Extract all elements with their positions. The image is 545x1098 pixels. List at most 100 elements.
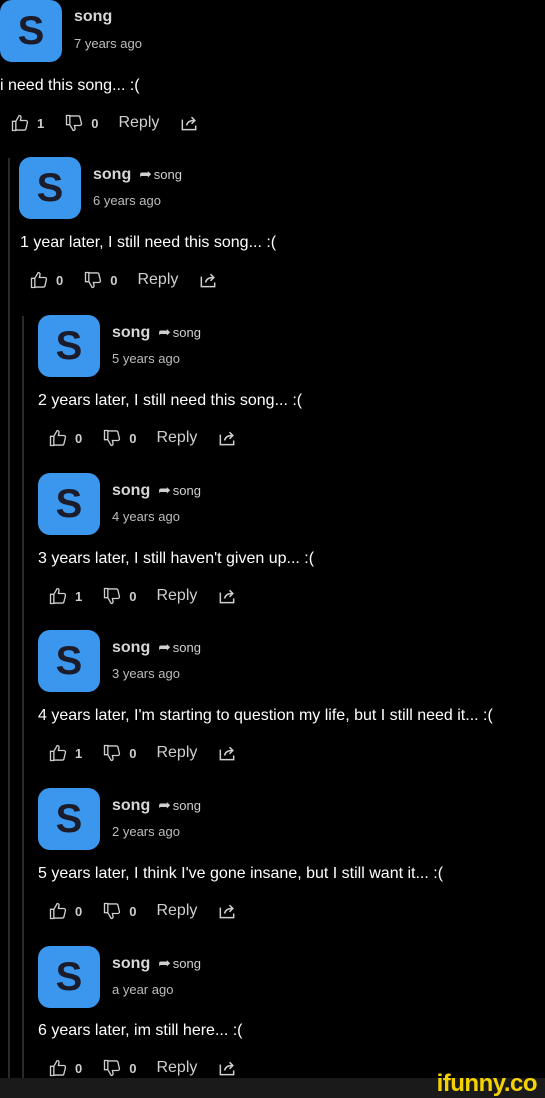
thumbs-down-icon (104, 744, 121, 762)
dislike-button[interactable] (64, 113, 84, 133)
comment-author[interactable]: song ➦ song (112, 954, 201, 973)
dislike-count: 0 (129, 588, 137, 604)
dislike-count: 0 (129, 903, 137, 919)
dislike-count: 0 (129, 745, 137, 761)
author-name[interactable]: song (74, 8, 112, 25)
comment-actions: 0 0 Reply (48, 1058, 237, 1078)
author-name[interactable]: song (93, 166, 131, 183)
comment-author[interactable]: song ➦ song (112, 481, 201, 500)
reply-to-name[interactable]: song (173, 483, 201, 498)
like-count: 1 (75, 745, 83, 761)
like-count: 1 (75, 588, 83, 604)
reply-to-name[interactable]: song (173, 956, 201, 971)
like-count: 0 (75, 903, 83, 919)
like-count: 0 (56, 272, 64, 288)
reply-button[interactable]: Reply (118, 114, 159, 132)
comment-actions: 0 0 Reply (48, 428, 237, 448)
share-button[interactable] (198, 270, 218, 290)
comment-time: 3 years ago (112, 666, 180, 681)
thumbs-up-icon (49, 429, 67, 447)
comment-author[interactable]: song ➦ song (112, 796, 201, 815)
comment-text: 5 years later, I think I've gone insane,… (38, 865, 444, 882)
thumbs-down-icon (104, 429, 121, 447)
reply-arrow-icon: ➦ (158, 482, 171, 499)
thread-line (8, 158, 10, 1078)
ifunny-watermark: ifunny.co (436, 1070, 538, 1097)
reply-button[interactable]: Reply (156, 1059, 197, 1077)
avatar[interactable]: S (38, 946, 100, 1008)
thread-line-nested (22, 316, 24, 1078)
share-icon (219, 431, 235, 446)
like-button[interactable] (48, 428, 68, 448)
share-icon (219, 746, 235, 761)
author-name[interactable]: song (112, 797, 150, 814)
comment-actions: 1 0 Reply (48, 743, 237, 763)
thumbs-up-icon (49, 1059, 67, 1077)
thumbs-up-icon (30, 271, 48, 289)
thumbs-up-icon (11, 114, 29, 132)
share-icon (219, 589, 235, 604)
author-name[interactable]: song (112, 324, 150, 341)
dislike-button[interactable] (102, 1058, 122, 1078)
comment-author[interactable]: song ➦ song (93, 165, 182, 184)
comment-actions: 0 0 Reply (48, 901, 237, 921)
reply-button[interactable]: Reply (156, 429, 197, 447)
avatar[interactable]: S (38, 788, 100, 850)
thumbs-down-icon (66, 114, 83, 132)
avatar[interactable]: S (38, 315, 100, 377)
reply-to-name[interactable]: song (173, 798, 201, 813)
reply-button[interactable]: Reply (156, 744, 197, 762)
comment-text: 1 year later, I still need this song... … (20, 234, 277, 251)
like-count: 0 (75, 430, 83, 446)
dislike-count: 0 (129, 430, 137, 446)
reply-button[interactable]: Reply (156, 902, 197, 920)
dislike-button[interactable] (83, 270, 103, 290)
like-button[interactable] (10, 113, 30, 133)
comment-time: 7 years ago (74, 36, 142, 51)
like-button[interactable] (48, 1058, 68, 1078)
reply-to-name[interactable]: song (154, 167, 182, 182)
share-icon (219, 1061, 235, 1076)
comment-text: 2 years later, I still need this song...… (38, 392, 303, 409)
author-name[interactable]: song (112, 955, 150, 972)
avatar[interactable]: S (38, 630, 100, 692)
share-button[interactable] (217, 586, 237, 606)
avatar[interactable]: S (19, 157, 81, 219)
share-button[interactable] (217, 1058, 237, 1078)
thumbs-down-icon (104, 1059, 121, 1077)
reply-button[interactable]: Reply (156, 587, 197, 605)
dislike-button[interactable] (102, 428, 122, 448)
comment-author[interactable]: song ➦ song (112, 638, 201, 657)
thumbs-up-icon (49, 744, 67, 762)
avatar[interactable]: S (38, 473, 100, 535)
like-button[interactable] (48, 901, 68, 921)
share-button[interactable] (217, 428, 237, 448)
like-button[interactable] (48, 743, 68, 763)
author-name[interactable]: song (112, 639, 150, 656)
dislike-button[interactable] (102, 743, 122, 763)
comment-time: a year ago (112, 982, 174, 997)
reply-to-name[interactable]: song (173, 640, 201, 655)
comment-author[interactable]: song ➦ song (112, 323, 201, 342)
dislike-button[interactable] (102, 901, 122, 921)
avatar[interactable]: S (0, 0, 62, 62)
share-icon (200, 273, 216, 288)
comment-text: 3 years later, I still haven't given up.… (38, 550, 315, 567)
reply-arrow-icon: ➦ (158, 639, 171, 656)
dislike-button[interactable] (102, 586, 122, 606)
reply-to-name[interactable]: song (173, 325, 201, 340)
thumbs-down-icon (104, 902, 121, 920)
comment-time: 6 years ago (93, 193, 161, 208)
share-button[interactable] (179, 113, 199, 133)
thumbs-up-icon (49, 902, 67, 920)
like-button[interactable] (29, 270, 49, 290)
like-count: 0 (75, 1060, 83, 1076)
comment-author[interactable]: song (74, 8, 112, 26)
share-button[interactable] (217, 901, 237, 921)
comment-time: 2 years ago (112, 824, 180, 839)
share-button[interactable] (217, 743, 237, 763)
like-button[interactable] (48, 586, 68, 606)
reply-button[interactable]: Reply (137, 271, 178, 289)
author-name[interactable]: song (112, 482, 150, 499)
share-icon (219, 904, 235, 919)
